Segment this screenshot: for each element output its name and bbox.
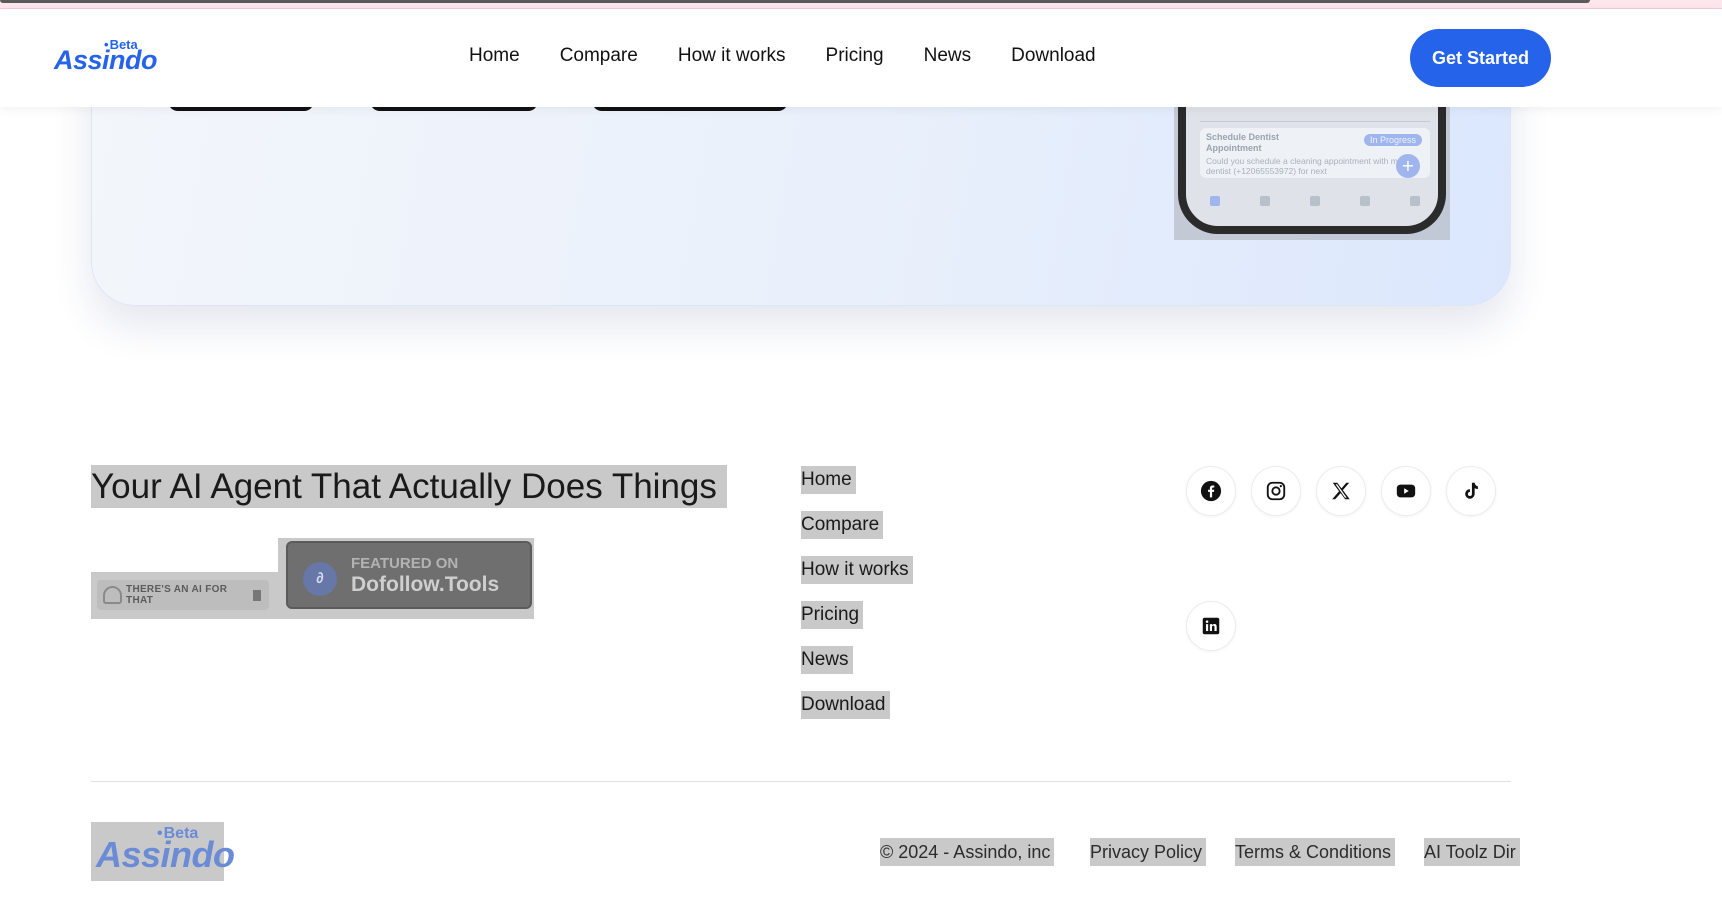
nav-download[interactable]: Download bbox=[1011, 45, 1096, 67]
mascot-icon bbox=[103, 586, 123, 604]
terms-conditions-link[interactable]: Terms & Conditions bbox=[1235, 838, 1396, 866]
footer-tagline: Your AI Agent That Actually Does Things bbox=[91, 465, 727, 508]
phone-mockup: Schedule Dentist Appointment Could you s… bbox=[1174, 98, 1450, 240]
footer-logo[interactable]: Assindo Beta bbox=[91, 822, 235, 881]
phone-tab-settings-icon bbox=[1410, 196, 1420, 206]
dofollow-badge-inner: ∂ FEATURED ON Dofollow.Tools bbox=[286, 541, 532, 609]
top-strip-bar bbox=[0, 0, 1590, 3]
footer-divider bbox=[91, 781, 1511, 782]
phone-tabbar bbox=[1200, 196, 1430, 212]
phone-tab-tasks-icon bbox=[1210, 196, 1220, 206]
dofollow-name: Dofollow.Tools bbox=[351, 573, 500, 596]
copyright-text: © 2024 - Assindo, inc bbox=[880, 838, 1055, 866]
footer-link-home[interactable]: Home bbox=[801, 466, 856, 494]
dofollow-logo-icon: ∂ bbox=[303, 562, 337, 596]
footer-link-how-it-works[interactable]: How it works bbox=[801, 556, 913, 584]
theres-an-ai-for-that-badge[interactable]: THERE'S AN AI FOR THAT bbox=[91, 572, 278, 619]
footer-link-compare[interactable]: Compare bbox=[801, 511, 884, 539]
main-nav: Home Compare How it works Pricing News D… bbox=[469, 45, 1096, 67]
header-logo[interactable]: Assindo Beta bbox=[54, 37, 158, 81]
phone-tab-alerts-icon bbox=[1310, 196, 1320, 206]
nav-how-it-works[interactable]: How it works bbox=[678, 45, 786, 67]
instagram-link[interactable] bbox=[1251, 466, 1301, 516]
header-logo-beta-badge: Beta bbox=[104, 37, 138, 52]
phone-tab-calls-icon bbox=[1260, 196, 1270, 206]
footer-link-pricing[interactable]: Pricing bbox=[801, 601, 864, 629]
linkedin-icon bbox=[1202, 617, 1220, 635]
facebook-link[interactable] bbox=[1186, 466, 1236, 516]
tiktok-link[interactable] bbox=[1446, 466, 1496, 516]
youtube-link[interactable] bbox=[1381, 466, 1431, 516]
get-started-button[interactable]: Get Started bbox=[1410, 29, 1551, 87]
phone-task-title: Schedule Dentist Appointment bbox=[1206, 132, 1280, 153]
bookmark-icon bbox=[253, 589, 261, 601]
phone-task-card: Schedule Dentist Appointment Could you s… bbox=[1200, 128, 1430, 178]
nav-home[interactable]: Home bbox=[469, 45, 520, 67]
phone-tab-messages-icon bbox=[1360, 196, 1370, 206]
nav-news[interactable]: News bbox=[924, 45, 972, 67]
footer-logo-beta-badge: Beta bbox=[157, 825, 199, 843]
x-link[interactable] bbox=[1316, 466, 1366, 516]
featured-badges: THERE'S AN AI FOR THAT ∂ FEATURED ON Dof… bbox=[91, 538, 534, 619]
footer-link-download[interactable]: Download bbox=[801, 691, 890, 719]
footer-link-news[interactable]: News bbox=[801, 646, 853, 674]
nav-pricing[interactable]: Pricing bbox=[826, 45, 884, 67]
phone-task-body: Could you schedule a cleaning appointmen… bbox=[1206, 156, 1403, 176]
top-strip bbox=[0, 0, 1722, 9]
theres-an-ai-badge-text: THERE'S AN AI FOR THAT bbox=[126, 584, 228, 606]
facebook-icon bbox=[1200, 480, 1222, 502]
theres-an-ai-badge-inner: THERE'S AN AI FOR THAT bbox=[97, 580, 269, 610]
ai-toolz-dir-link[interactable]: AI Toolz Dir bbox=[1424, 838, 1520, 866]
dofollow-featured-label: FEATURED ON bbox=[351, 555, 459, 572]
tiktok-icon bbox=[1465, 482, 1478, 499]
phone-add-icon: + bbox=[1396, 154, 1420, 178]
youtube-icon bbox=[1396, 484, 1416, 498]
phone-task-status: In Progress bbox=[1363, 134, 1422, 146]
privacy-policy-link[interactable]: Privacy Policy bbox=[1090, 838, 1207, 866]
linkedin-link[interactable] bbox=[1186, 601, 1236, 651]
nav-compare[interactable]: Compare bbox=[560, 45, 638, 67]
dofollow-tools-badge[interactable]: ∂ FEATURED ON Dofollow.Tools bbox=[278, 538, 534, 619]
x-icon bbox=[1332, 482, 1350, 500]
phone-divider bbox=[1200, 116, 1430, 122]
phone-frame: Schedule Dentist Appointment Could you s… bbox=[1178, 98, 1446, 234]
site-header: Assindo Beta Home Compare How it works P… bbox=[0, 9, 1722, 107]
instagram-icon bbox=[1266, 481, 1286, 501]
